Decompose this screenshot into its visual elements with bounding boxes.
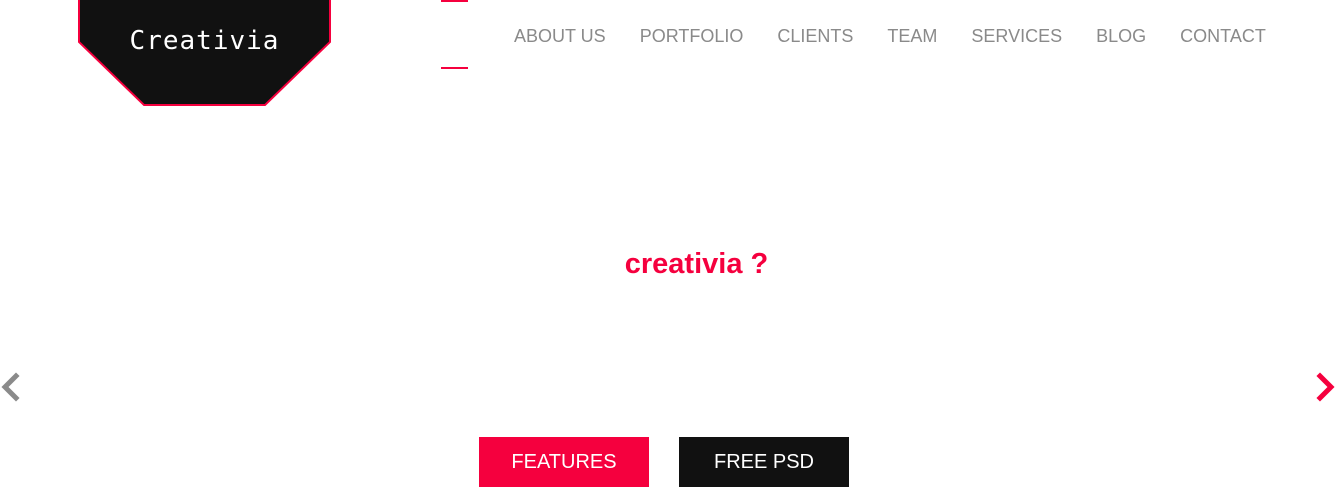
hero-title: creativia ? [624,248,769,280]
site-logo[interactable]: Creativia [78,0,331,107]
nav-item-team[interactable]: TEAM [887,26,937,47]
logo-text: Creativia [129,26,280,56]
page: Creativia ABOUT US PORTFOLIO CLIENTS TEA… [0,0,1335,487]
features-button[interactable]: FEATURES [479,437,649,487]
main-nav: ABOUT US PORTFOLIO CLIENTS TEAM SERVICES… [514,24,1266,48]
nav-accent-top [441,0,468,2]
nav-item-services[interactable]: SERVICES [971,26,1062,47]
slider-next-button[interactable] [1314,372,1335,402]
nav-accent-bottom [441,67,468,69]
nav-item-contact[interactable]: CONTACT [1180,26,1266,47]
free-psd-button[interactable]: FREE PSD [679,437,849,487]
nav-item-about-us[interactable]: ABOUT US [514,26,606,47]
chevron-right-icon [1316,372,1335,402]
slider-prev-button[interactable] [0,372,22,402]
nav-item-clients[interactable]: CLIENTS [777,26,853,47]
chevron-left-icon [1,372,20,402]
nav-item-blog[interactable]: BLOG [1096,26,1146,47]
nav-item-portfolio[interactable]: PORTFOLIO [640,26,744,47]
